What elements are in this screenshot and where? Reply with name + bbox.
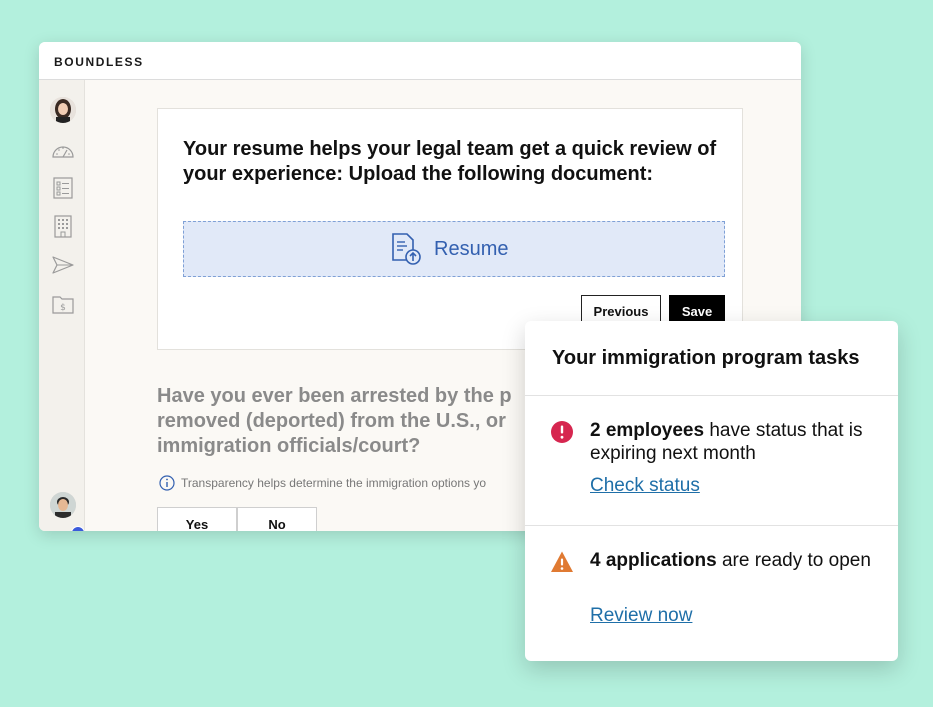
task-count: 4 applications bbox=[590, 550, 717, 571]
warning-triangle-icon bbox=[551, 551, 573, 572]
yes-button[interactable]: Yes bbox=[157, 507, 237, 531]
upload-card: Your resume helps your legal team get a … bbox=[157, 108, 743, 350]
support-avatar[interactable] bbox=[50, 492, 76, 518]
tasks-panel: Your immigration program tasks 2 employe… bbox=[525, 321, 898, 661]
building-icon[interactable] bbox=[51, 214, 75, 238]
dashboard-gauge-icon[interactable] bbox=[51, 139, 75, 163]
sidebar: $ bbox=[39, 80, 85, 531]
info-text: Transparency helps determine the immigra… bbox=[181, 476, 487, 490]
document-upload-icon bbox=[392, 233, 421, 265]
check-status-link[interactable]: Check status bbox=[590, 475, 700, 497]
info-row: Transparency helps determine the immigra… bbox=[159, 474, 559, 494]
tasks-title: Your immigration program tasks bbox=[552, 347, 860, 369]
task-description: 2 employees have status that is expiring… bbox=[590, 419, 880, 465]
form-list-icon[interactable] bbox=[51, 176, 75, 200]
resume-dropzone[interactable]: Resume bbox=[183, 221, 725, 277]
divider bbox=[525, 395, 898, 396]
alert-circle-icon bbox=[551, 421, 573, 443]
arrest-question: Have you ever been arrested by the p rem… bbox=[157, 385, 512, 457]
phone-badge-icon bbox=[71, 526, 85, 531]
app-header: BOUNDLESS bbox=[39, 42, 801, 80]
send-icon[interactable] bbox=[51, 253, 75, 277]
user-avatar[interactable] bbox=[50, 97, 76, 123]
divider bbox=[525, 525, 898, 526]
no-button[interactable]: No bbox=[237, 507, 317, 531]
billing-folder-icon[interactable]: $ bbox=[51, 292, 75, 316]
brand-logo: BOUNDLESS bbox=[54, 55, 144, 69]
task-count: 2 employees bbox=[590, 420, 705, 441]
dropzone-label: Resume bbox=[434, 238, 509, 260]
task-description: 4 applications are ready to open bbox=[590, 549, 880, 572]
svg-text:$: $ bbox=[60, 303, 66, 313]
info-icon bbox=[159, 475, 175, 491]
review-now-link[interactable]: Review now bbox=[590, 605, 692, 627]
upload-card-title: Your resume helps your legal team get a … bbox=[183, 138, 717, 185]
task-detail: are ready to open bbox=[716, 550, 871, 571]
